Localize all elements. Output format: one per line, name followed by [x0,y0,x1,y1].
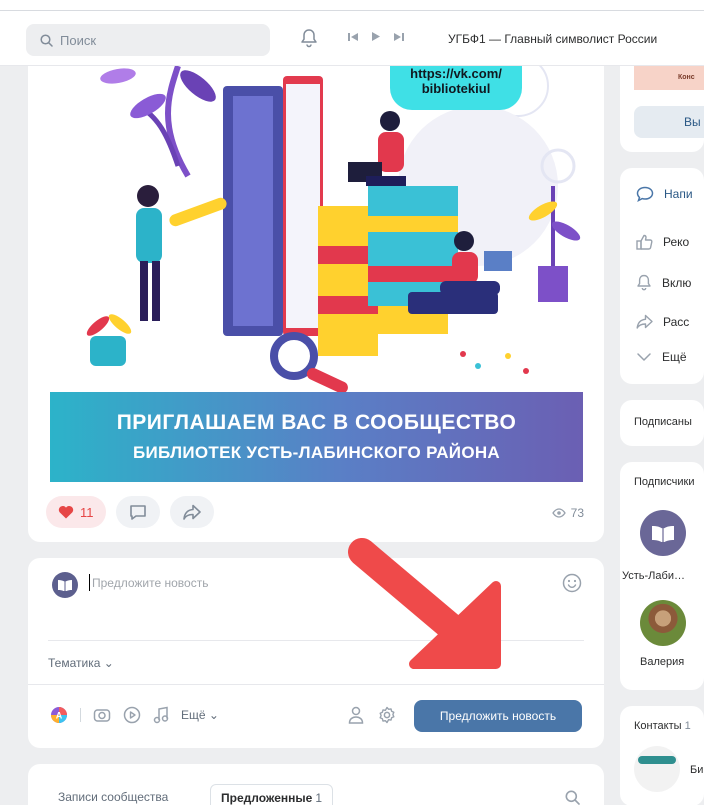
settings-gear-icon[interactable] [378,706,396,724]
topic-label: Тематика [48,656,101,670]
share-icon [182,504,201,520]
color-palette-icon[interactable]: A [50,706,68,724]
search-box[interactable]: Поиск [26,24,270,56]
topic-dropdown[interactable]: Тематика ⌄ [48,656,114,670]
menu-label: Реко [663,235,690,249]
subscribed-title: Подписаны [634,416,692,428]
more-attachments-dropdown[interactable]: Ещё ⌄ [181,708,219,722]
banner-caption-line2: БИБЛИОТЕК УСТЬ-ЛАБИНСКОГО РАЙОНА [133,443,500,462]
menu-label: Вклю [662,275,692,290]
emoji-icon[interactable] [562,573,582,596]
thumbs-up-icon [636,234,653,250]
music-icon[interactable] [153,706,169,724]
window-divider [0,10,704,11]
contacts-card: Контакты 1 Би [620,706,704,805]
share-icon [636,314,653,329]
subscribers-card: Подписчики Усть-Лаби… Валерия [620,462,704,690]
user-avatar[interactable] [52,572,78,598]
video-icon[interactable] [123,706,141,724]
cover-image-text: Конс [678,74,695,81]
join-button[interactable]: Вы [634,106,704,138]
share-button[interactable] [169,496,214,528]
svg-text:A: A [56,711,63,721]
chevron-down-icon [637,353,651,361]
subscribers-title[interactable]: Подписчики [634,476,695,488]
attachment-toolbar: A Ещё ⌄ [50,706,219,724]
view-count-value: 73 [570,506,584,520]
menu-label: Расс [663,314,690,329]
like-count: 11 [80,504,94,520]
suggest-input[interactable]: Предложите новость [88,574,208,591]
now-playing-title[interactable]: УГБФ1 — Главный символист России [448,32,704,46]
suggest-news-form: Предложите новость Тематика ⌄ A Ещё ⌄ Пр… [28,558,604,748]
search-icon[interactable] [565,790,580,805]
menu-recommend[interactable]: Реко [636,234,689,250]
book-icon [58,580,72,591]
community-cover-card: Конс Вы [620,66,704,152]
contact-name[interactable]: Би [690,764,703,776]
tab-suggested-count: 1 [315,791,323,805]
subscribed-card[interactable]: Подписаны [620,400,704,446]
feed-tabs: Записи сообщества Предложенные 1 [28,764,604,805]
contacts-label: Контакты [634,720,682,732]
subscriber-name[interactable]: Усть-Лаби… [622,570,685,582]
community-post: https://vk.com/ bibliotekiul ПРИГЛАШАЕМ … [28,66,604,542]
message-icon [636,186,654,202]
contact-avatar[interactable] [634,746,680,792]
menu-notifications[interactable]: Вклю [636,274,691,291]
banner-url-bubble: https://vk.com/ bibliotekiul [390,66,522,110]
search-icon [40,33,53,47]
tab-suggested[interactable]: Предложенные 1 [210,784,334,805]
tab-community-posts[interactable]: Записи сообщества [58,790,168,804]
comment-button[interactable] [115,496,160,528]
contacts-title[interactable]: Контакты 1 [634,720,691,732]
menu-share[interactable]: Расс [636,314,689,329]
notifications-bell-icon[interactable] [300,28,318,51]
subscriber-avatar[interactable] [640,510,686,556]
previous-track-icon[interactable] [348,32,359,42]
book-icon [652,526,674,542]
cover-image: Конс [634,66,704,90]
comment-icon [129,504,146,520]
view-count: 73 [551,506,584,520]
play-icon[interactable] [371,31,381,42]
menu-more[interactable]: Ещё [636,350,687,364]
menu-write-message[interactable]: Напи [636,186,693,202]
eye-icon [551,508,566,518]
bell-icon [637,274,651,291]
more-label: Ещё [181,708,206,722]
menu-label: Напи [664,187,693,201]
heart-icon [58,505,74,519]
subscriber-avatar[interactable] [640,600,686,646]
contacts-count: 1 [684,720,691,732]
camera-icon[interactable] [93,707,111,723]
audio-player-controls [348,31,404,42]
post-options [348,706,396,724]
divider [28,684,604,685]
tab-suggested-label: Предложенные [221,791,313,805]
post-actions: 11 [46,496,214,528]
banner-caption: ПРИГЛАШАЕМ ВАС В СООБЩЕСТВО БИБЛИОТЕК УС… [50,392,583,482]
next-track-icon[interactable] [393,32,404,42]
search-placeholder: Поиск [60,32,97,48]
banner-url: https://vk.com/ bibliotekiul [410,66,502,96]
suggest-news-button[interactable]: Предложить новость [414,700,582,732]
author-icon[interactable] [348,706,364,724]
separator [80,708,81,722]
subscriber-name[interactable]: Валерия [640,656,684,668]
community-actions-menu: Напи Реко Вклю Расс Ещё [620,168,704,384]
chevron-down-icon: ⌄ [103,656,114,670]
banner-caption-line1: ПРИГЛАШАЕМ ВАС В СООБЩЕСТВО [116,411,517,434]
menu-label: Ещё [662,350,687,364]
library-illustration [48,66,584,396]
like-button[interactable]: 11 [46,496,106,528]
top-bar: Поиск УГБФ1 — Главный символист России [0,0,704,66]
red-pointer-arrow [348,538,501,669]
